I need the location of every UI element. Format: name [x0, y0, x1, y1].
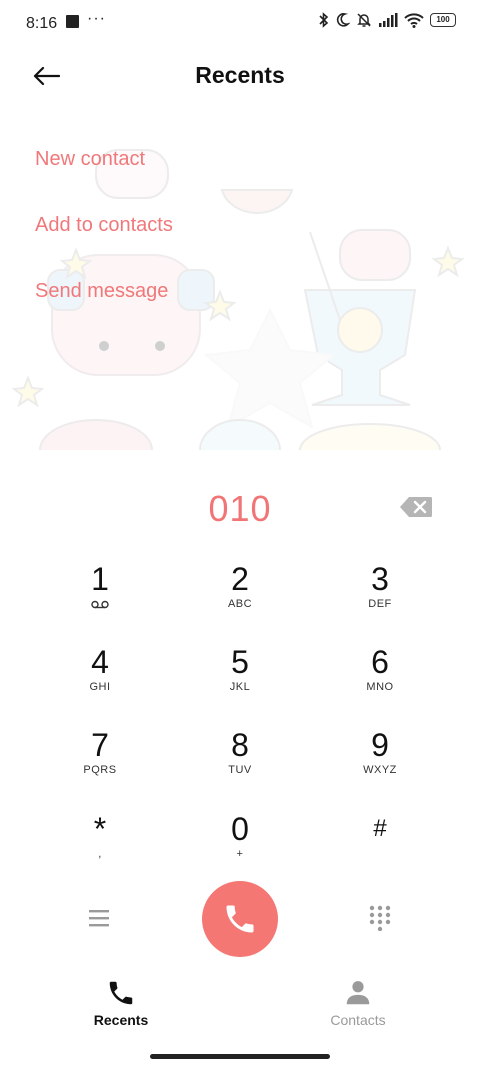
status-time: 8:16 [26, 15, 58, 32]
key-digit: 6 [371, 644, 389, 680]
signal-icon [379, 13, 398, 27]
nav-contacts-label: Contacts [330, 1012, 386, 1028]
status-bar: 8:16 ··· 100 [0, 0, 480, 46]
nav-recents[interactable]: Recents [61, 978, 181, 1028]
key-digit: 7 [91, 727, 109, 763]
add-to-contacts-link[interactable]: Add to contacts [35, 214, 173, 237]
phone-recents-icon [109, 981, 133, 1005]
key-letters: + [236, 848, 244, 860]
nav-recents-label: Recents [93, 1012, 149, 1028]
key-3[interactable]: 3 DEF [320, 562, 440, 632]
key-6[interactable]: 6 MNO [320, 645, 440, 715]
key-5[interactable]: 5 JKL [180, 645, 300, 715]
key-digit: 9 [371, 727, 389, 763]
home-indicator[interactable] [150, 1054, 330, 1059]
new-contact-link[interactable]: New contact [35, 148, 145, 171]
key-letters: MNO [366, 681, 394, 693]
key-8[interactable]: 8 TUV [180, 728, 300, 798]
key-digit: 5 [231, 644, 249, 680]
bluetooth-icon [319, 12, 329, 28]
key-7[interactable]: 7 PQRS [40, 728, 160, 798]
menu-icon[interactable] [86, 905, 114, 931]
key-digit: 3 [371, 561, 389, 597]
key-digit: * [93, 811, 107, 847]
key-digit: 2 [231, 561, 249, 597]
key-4[interactable]: 4 GHI [40, 645, 160, 715]
key-letters [320, 848, 440, 862]
page-title: Recents [195, 62, 285, 88]
key-letters: TUV [228, 764, 252, 776]
key-digit: 4 [91, 644, 109, 680]
phone-icon [226, 905, 254, 933]
status-dots: ··· [87, 10, 106, 27]
key-letters: WXYZ [363, 764, 397, 776]
key-9[interactable]: 9 WXYZ [320, 728, 440, 798]
status-icons: 100 [318, 12, 456, 28]
muted-bell-icon [357, 13, 371, 27]
key-hash[interactable]: # [320, 812, 440, 882]
key-1[interactable]: 1 [40, 562, 160, 632]
moon-icon [336, 13, 350, 27]
voicemail-icon [91, 600, 109, 609]
dialpad-icon[interactable] [368, 905, 392, 931]
battery-icon: 100 [430, 13, 456, 27]
person-icon [346, 981, 370, 1005]
key-letters: JKL [229, 681, 251, 693]
key-0[interactable]: 0 + [180, 812, 300, 882]
send-message-link[interactable]: Send message [35, 280, 168, 303]
call-button[interactable] [202, 881, 278, 957]
backspace-icon[interactable] [399, 496, 433, 518]
key-letters: PQRS [83, 764, 117, 776]
key-letters: ABC [227, 598, 253, 610]
key-star[interactable]: * , [40, 812, 160, 882]
key-digit: # [373, 815, 387, 842]
key-digit: 1 [91, 561, 109, 597]
key-digit: 0 [231, 811, 249, 847]
nav-contacts[interactable]: Contacts [298, 978, 418, 1028]
key-2[interactable]: 2 ABC [180, 562, 300, 632]
key-letters: , [98, 848, 102, 860]
notification-square-icon [66, 15, 79, 28]
key-letters: GHI [89, 681, 111, 693]
key-digit: 8 [231, 727, 249, 763]
key-letters: DEF [368, 598, 392, 610]
wifi-icon [404, 12, 424, 28]
